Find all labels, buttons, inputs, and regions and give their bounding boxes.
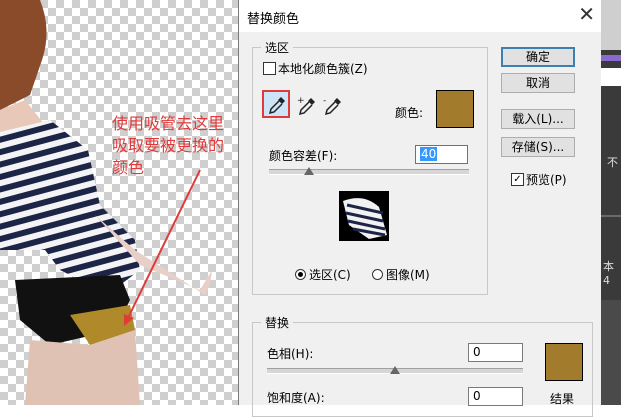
- saturation-label: 饱和度(A):: [267, 391, 325, 405]
- annotation-line: 吸取要被更换的: [112, 136, 225, 155]
- fuzziness-label: 颜色容差(F):: [269, 149, 338, 163]
- svg-text:-: -: [323, 96, 326, 106]
- photoshop-canvas[interactable]: 使用吸管去这里 吸取要被更换的 颜色: [0, 0, 238, 405]
- radio-dot[interactable]: [295, 269, 306, 280]
- saturation-input[interactable]: 0: [468, 387, 523, 406]
- cancel-button[interactable]: 取消: [501, 73, 575, 93]
- hue-value: 0: [473, 345, 481, 359]
- svg-text:+: +: [297, 96, 305, 106]
- replace-group: 替换 色相(H): 0 饱和度(A): 0 结果: [252, 314, 593, 417]
- preview-checkbox[interactable]: ✓ 预览(P): [511, 171, 567, 188]
- fuzziness-value: 40: [420, 147, 438, 161]
- save-button[interactable]: 存储(S)...: [501, 137, 575, 157]
- ok-button[interactable]: 确定: [501, 47, 575, 67]
- hue-slider-thumb[interactable]: [390, 366, 400, 374]
- annotation-text: 使用吸管去这里 吸取要被更换的 颜色: [112, 113, 237, 179]
- fuzziness-slider-thumb[interactable]: [304, 167, 314, 175]
- radio-dot[interactable]: [372, 269, 383, 280]
- fuzziness-slider[interactable]: [269, 169, 469, 175]
- localized-clusters-checkbox[interactable]: 本地化颜色簇(Z): [263, 60, 368, 77]
- close-icon[interactable]: ✕: [578, 2, 595, 26]
- selection-preview-thumbnail: [339, 191, 389, 241]
- radio-selection-label: 选区(C): [309, 268, 351, 282]
- panel-text: 不: [607, 156, 618, 169]
- color-label: 颜色:: [395, 106, 424, 120]
- replace-color-dialog: 替换颜色 ✕ 选区 本地化颜色簇(Z) + - 颜色: 颜色容差(F): 40 …: [238, 0, 601, 417]
- radio-image-label: 图像(M): [386, 268, 430, 282]
- selection-color-swatch[interactable]: [436, 90, 474, 128]
- fuzziness-input[interactable]: 40: [415, 145, 468, 164]
- dialog-title: 替换颜色: [247, 12, 300, 27]
- localized-clusters-label: 本地化颜色簇(Z): [278, 62, 368, 76]
- eyedropper-icon: [268, 97, 285, 115]
- panel-text: 本 4: [603, 260, 614, 287]
- eyedropper-minus-icon[interactable]: -: [321, 94, 345, 118]
- annotation-line: 颜色: [112, 158, 145, 177]
- saturation-value: 0: [473, 389, 481, 403]
- replace-legend: 替换: [261, 314, 294, 331]
- result-color-swatch[interactable]: [545, 343, 583, 381]
- background-panel: 不 本 4: [601, 0, 621, 405]
- preview-label: 预览(P): [526, 173, 567, 187]
- load-button[interactable]: 载入(L)...: [501, 109, 575, 129]
- model-photo: [0, 0, 212, 405]
- eyedropper-button[interactable]: [262, 90, 290, 118]
- hue-label: 色相(H):: [267, 347, 314, 361]
- selection-group: 选区 本地化颜色簇(Z) + - 颜色: 颜色容差(F): 40 选区(C) 图…: [252, 39, 488, 295]
- hue-input[interactable]: 0: [468, 343, 523, 362]
- annotation-line: 使用吸管去这里: [112, 114, 225, 133]
- checkbox-box-checked[interactable]: ✓: [511, 173, 524, 186]
- radio-image[interactable]: 图像(M): [372, 266, 430, 283]
- checkbox-box[interactable]: [263, 62, 276, 75]
- selection-legend: 选区: [261, 39, 294, 56]
- dialog-titlebar[interactable]: 替换颜色 ✕: [239, 0, 601, 32]
- eyedropper-plus-icon[interactable]: +: [295, 94, 319, 118]
- result-label: 结果: [550, 392, 575, 406]
- radio-selection[interactable]: 选区(C): [295, 266, 351, 283]
